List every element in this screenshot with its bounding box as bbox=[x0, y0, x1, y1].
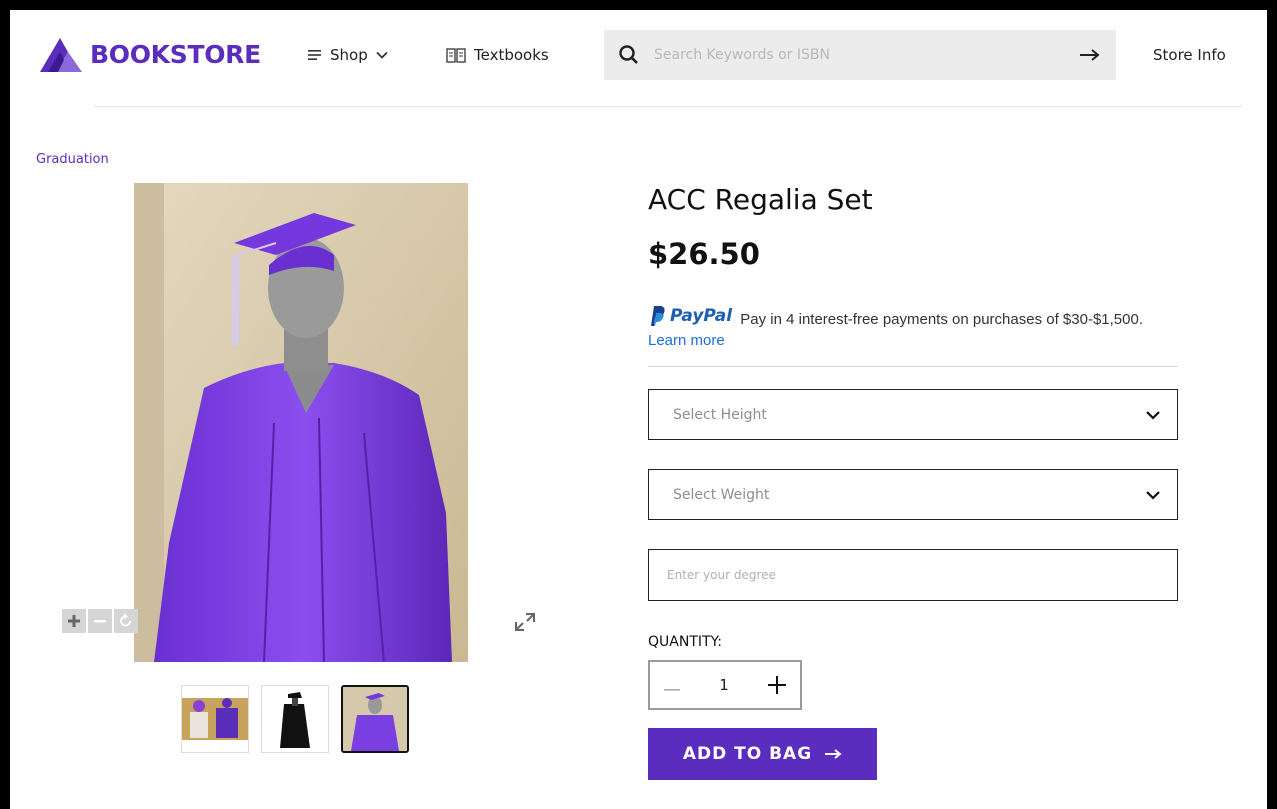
info-divider bbox=[648, 366, 1178, 367]
weight-select[interactable]: Select Weight bbox=[648, 469, 1178, 520]
nav-shop[interactable]: Shop bbox=[308, 46, 388, 64]
chevron-down-icon bbox=[1146, 410, 1160, 420]
zoom-controls bbox=[62, 609, 138, 633]
bookstore-logo-icon bbox=[40, 38, 82, 72]
page: BOOKSTORE Shop Textbooks Search Keywords… bbox=[10, 10, 1267, 809]
plus-icon bbox=[68, 615, 80, 627]
expand-icon[interactable] bbox=[512, 610, 538, 634]
quantity-value[interactable]: 1 bbox=[719, 676, 729, 694]
menu-lines-icon bbox=[308, 50, 321, 60]
learn-more-link[interactable]: Learn more bbox=[648, 332, 725, 349]
thumbnail-1[interactable] bbox=[181, 685, 249, 753]
paypal-logo: PayPal bbox=[648, 305, 732, 327]
degree-input[interactable] bbox=[667, 568, 1159, 582]
search-input[interactable] bbox=[654, 47, 1064, 63]
minus-icon bbox=[94, 620, 106, 623]
degree-field-wrapper bbox=[648, 549, 1178, 601]
product-title: ACC Regalia Set bbox=[648, 183, 873, 216]
nav-shop-label: Shop bbox=[330, 46, 368, 64]
thumbnail-strip bbox=[181, 685, 409, 753]
paypal-p-icon bbox=[651, 306, 665, 326]
nav-store-info[interactable]: Store Info bbox=[1153, 46, 1226, 64]
paypal-message: PayPal Pay in 4 interest-free payments o… bbox=[648, 305, 1148, 351]
search-icon bbox=[604, 44, 654, 66]
header-divider bbox=[94, 106, 1242, 107]
quantity-increase-button[interactable] bbox=[767, 670, 786, 701]
breadcrumb[interactable]: Graduation bbox=[36, 152, 109, 167]
open-book-icon bbox=[446, 47, 466, 63]
height-select-label: Select Height bbox=[673, 406, 767, 423]
add-to-bag-label: ADD TO BAG bbox=[682, 744, 813, 764]
chevron-down-icon bbox=[376, 51, 388, 59]
arrow-right-icon bbox=[1080, 49, 1100, 61]
arrow-right-icon bbox=[825, 749, 842, 759]
rotate-icon bbox=[120, 613, 131, 627]
reset-zoom-button[interactable] bbox=[114, 609, 138, 633]
minus-icon bbox=[664, 689, 680, 691]
product-main-image[interactable] bbox=[134, 183, 468, 662]
thumbnail-2[interactable] bbox=[261, 685, 329, 753]
chevron-down-icon bbox=[1146, 490, 1160, 500]
paypal-brand: PayPal bbox=[670, 305, 733, 326]
product-price: $26.50 bbox=[648, 237, 760, 271]
search-submit-button[interactable] bbox=[1064, 48, 1116, 62]
quantity-decrease-button[interactable] bbox=[664, 672, 680, 698]
nav-textbooks-label: Textbooks bbox=[474, 46, 549, 64]
quantity-label: QUANTITY: bbox=[648, 634, 722, 650]
logo-text: BOOKSTORE bbox=[90, 39, 261, 69]
zoom-out-button[interactable] bbox=[88, 609, 112, 633]
thumbnail-3[interactable] bbox=[341, 685, 409, 753]
search-bar bbox=[604, 30, 1116, 80]
add-to-bag-button[interactable]: ADD TO BAG bbox=[648, 728, 877, 780]
plus-icon bbox=[767, 675, 786, 694]
paypal-text: Pay in 4 interest-free payments on purch… bbox=[740, 311, 1143, 328]
weight-select-label: Select Weight bbox=[673, 486, 770, 503]
zoom-in-button[interactable] bbox=[62, 609, 86, 633]
logo[interactable]: BOOKSTORE bbox=[38, 34, 261, 74]
nav-textbooks[interactable]: Textbooks bbox=[446, 46, 549, 64]
quantity-stepper: 1 bbox=[648, 660, 802, 710]
height-select[interactable]: Select Height bbox=[648, 389, 1178, 440]
